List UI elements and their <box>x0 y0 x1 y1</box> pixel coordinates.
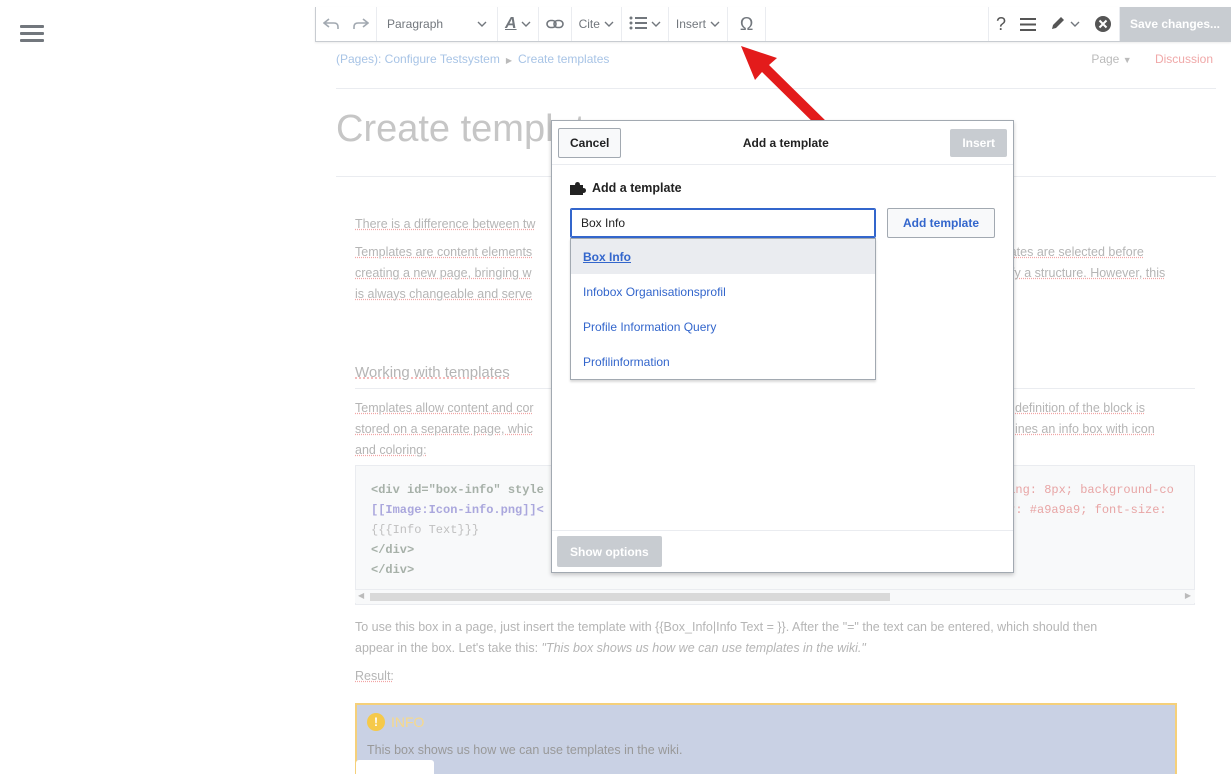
suggestion-item[interactable]: Box Info <box>571 239 875 274</box>
insert-group: Insert <box>669 7 728 41</box>
info-box-text: This box shows us how we can use templat… <box>367 743 683 757</box>
result-label: Result: <box>355 666 1195 687</box>
paragraph-label: Paragraph <box>387 17 444 31</box>
save-changes-button[interactable]: Save changes... <box>1120 7 1230 41</box>
p1-left-1: Templates are content elements <box>355 245 533 259</box>
undo-icon[interactable] <box>316 7 346 41</box>
template-search-input[interactable] <box>570 208 876 238</box>
p2-right-2: ines an info box with icon <box>1015 422 1155 436</box>
code-line-1-left: <div id="box-info" style <box>371 483 544 497</box>
usage-paragraph: To use this box in a page, just insert t… <box>355 617 1195 659</box>
tools-group: ? <box>987 7 1120 41</box>
dialog-footer: Show options <box>552 530 1013 572</box>
bottom-tab <box>356 760 434 774</box>
special-char-group: Ω <box>728 7 767 41</box>
section-heading-text: Working with templates <box>355 364 510 381</box>
redo-icon[interactable] <box>346 7 376 41</box>
page-actions: Page ▼ Discussion <box>1091 52 1213 66</box>
discussion-link[interactable]: Discussion <box>1155 52 1213 66</box>
p2-left-3: and coloring: <box>355 443 427 457</box>
page-menu-label: Page <box>1091 52 1120 66</box>
scroll-right-icon[interactable]: ▶ <box>1185 591 1191 600</box>
intro-text: There is a difference between tw <box>355 217 536 231</box>
chevron-down-icon <box>477 19 487 29</box>
usage-line-2: appear in the box. Let's take this: "Thi… <box>355 638 1195 659</box>
caret-down-icon: ▼ <box>1122 55 1132 65</box>
info-icon: ! <box>367 713 385 731</box>
text-style-button[interactable]: A <box>498 7 538 41</box>
special-character-icon[interactable]: Ω <box>728 7 765 41</box>
dialog-section-label: Add a template <box>570 181 682 195</box>
format-group: Paragraph <box>377 7 498 41</box>
text-style-icon: A <box>505 15 517 32</box>
usage-line-2-a: appear in the box. Let's take this: <box>355 641 542 655</box>
breadcrumb-current[interactable]: Create templates <box>518 52 609 66</box>
add-template-dialog: Cancel Add a template Insert Add a templ… <box>551 120 1014 573</box>
main-menu-icon[interactable] <box>20 25 44 43</box>
bulleted-list-icon <box>629 16 647 33</box>
p2-left-1: Templates allow content and cor <box>355 401 534 415</box>
save-changes-label: Save changes... <box>1129 17 1221 31</box>
p2-right-1: definition of the block is <box>1015 401 1145 415</box>
chevron-right-icon: ▶ <box>505 56 513 65</box>
cancel-button[interactable]: Cancel <box>558 127 622 158</box>
suggestion-item[interactable]: Profile Information Query <box>571 309 875 344</box>
chevron-down-icon <box>1070 19 1080 29</box>
chevron-down-icon <box>604 19 614 29</box>
puzzle-piece-icon <box>570 181 586 195</box>
cite-dropdown[interactable]: Cite <box>572 7 621 41</box>
chevron-down-icon <box>651 19 661 29</box>
scrollbar-thumb[interactable] <box>370 593 890 601</box>
paragraph-dropdown[interactable]: Paragraph <box>377 7 497 41</box>
info-box-title: INFO <box>391 714 425 730</box>
page-menu[interactable]: Page ▼ <box>1091 52 1131 66</box>
pencil-icon <box>1050 15 1066 34</box>
info-box-header: ! INFO <box>357 705 1175 739</box>
style-group: A <box>498 7 539 41</box>
usage-line-1: To use this box in a page, just insert t… <box>355 620 1098 634</box>
history-group <box>316 7 377 41</box>
cite-label: Cite <box>578 17 600 31</box>
usage-line-2-b: "This box shows us how we can use templa… <box>541 641 866 655</box>
cite-group: Cite <box>572 7 622 41</box>
link-icon[interactable] <box>539 7 571 41</box>
p1-right-2: fy a structure. However, this <box>1011 266 1166 280</box>
dialog-title: Add a template <box>742 135 829 150</box>
breadcrumb-parent[interactable]: (Pages): Configure Testsystem <box>336 52 500 66</box>
editor-toolbar: Paragraph A Cite Insert Ω ? Save changes… <box>315 7 1231 42</box>
dialog-section-label-text: Add a template <box>592 181 682 195</box>
info-box: ! INFO This box shows us how we can use … <box>355 703 1177 774</box>
p1-right-1: plates are selected before <box>1000 245 1144 259</box>
p1-left-2: creating a new page, bringing w <box>355 266 532 280</box>
close-editor-icon[interactable] <box>1087 7 1119 41</box>
code-line-1-right: ding: 8px; background-co <box>1001 483 1174 497</box>
code-horizontal-scrollbar[interactable]: ◀ ▶ <box>355 589 1195 603</box>
code-line-2-right: or: #a9a9a9; font-size: <box>1001 503 1167 517</box>
section-heading: Working with templates <box>355 364 510 381</box>
edit-mode-dropdown[interactable] <box>1043 7 1087 41</box>
insert-dropdown[interactable]: Insert <box>669 7 727 41</box>
scroll-left-icon[interactable]: ◀ <box>358 591 364 600</box>
insert-label: Insert <box>675 17 706 31</box>
p2-left-2: stored on a separate page, whic <box>355 422 533 436</box>
suggestion-item[interactable]: Profilinformation <box>571 344 875 379</box>
code-line-2-left: [[Image:Icon-info.png]]< <box>371 503 544 517</box>
chevron-down-icon <box>521 19 531 29</box>
result-label-text: Result: <box>355 669 394 683</box>
suggestion-item[interactable]: Infobox Organisationsprofil <box>571 274 875 309</box>
list-dropdown[interactable] <box>622 7 668 41</box>
breadcrumb: (Pages): Configure Testsystem ▶ Create tem… <box>336 52 609 66</box>
page-options-icon[interactable] <box>1013 7 1043 41</box>
help-icon[interactable]: ? <box>989 7 1013 41</box>
template-suggestions: Box Info Infobox Organisationsprofil Pro… <box>570 238 876 380</box>
dialog-header: Cancel Add a template Insert <box>552 121 1013 165</box>
chevron-down-icon <box>710 19 720 29</box>
show-options-button[interactable]: Show options <box>557 536 662 567</box>
insert-button[interactable]: Insert <box>950 128 1007 157</box>
list-group <box>622 7 669 41</box>
add-template-button[interactable]: Add template <box>887 208 995 238</box>
link-group <box>539 7 572 41</box>
p1-left-3: is always changeable and serve <box>355 287 533 301</box>
